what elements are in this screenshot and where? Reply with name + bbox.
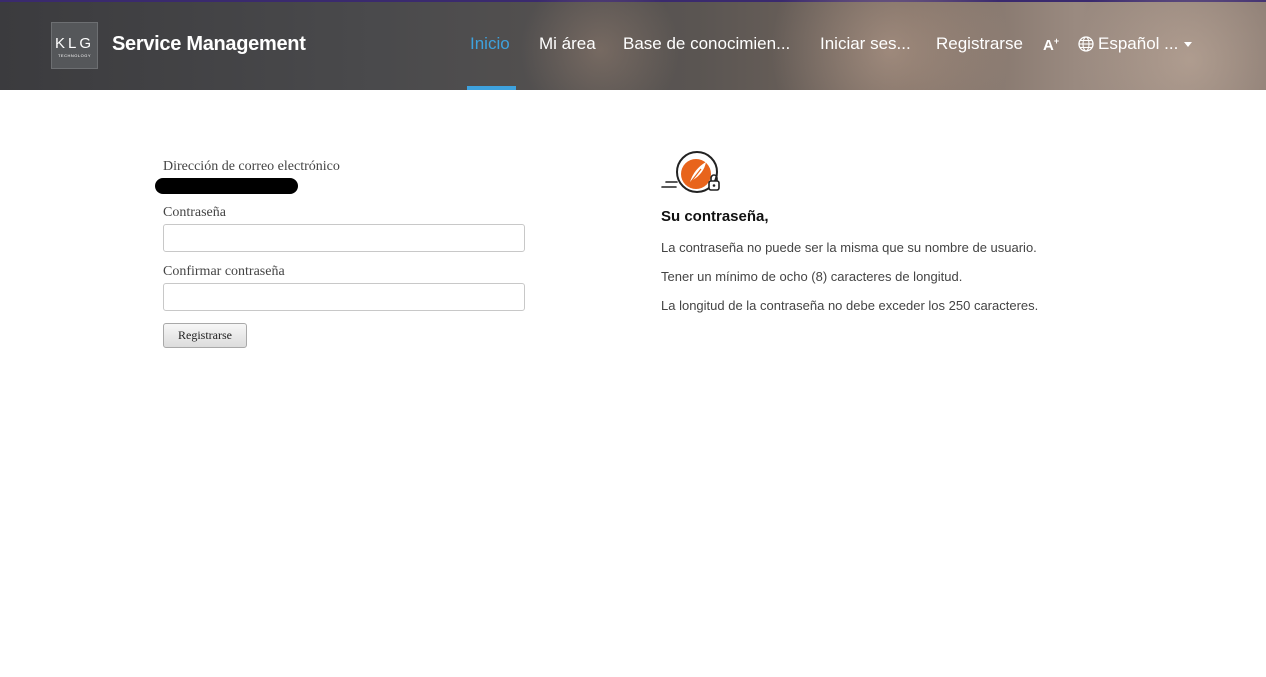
password-label: Contraseña xyxy=(163,205,226,220)
nav-item-base-de-conocimiento[interactable]: Base de conocimien... xyxy=(623,34,790,54)
redacted-email-value xyxy=(155,178,298,194)
email-label: Dirección de correo electrónico xyxy=(163,159,340,174)
confirm-password-label: Confirmar contraseña xyxy=(163,264,285,279)
font-size-label: A xyxy=(1043,37,1054,54)
active-nav-indicator xyxy=(467,86,516,90)
chevron-down-icon xyxy=(1184,41,1193,47)
confirm-password-field[interactable] xyxy=(163,283,525,311)
register-button[interactable]: Registrarse xyxy=(163,323,247,348)
klg-logo[interactable]: KLG TECHNOLOGY xyxy=(51,22,98,69)
nav-item-inicio[interactable]: Inicio xyxy=(470,34,510,54)
password-rules-title: Su contraseña, xyxy=(661,208,769,225)
logo-subtitle: TECHNOLOGY xyxy=(57,53,91,58)
top-navigation-bar: KLG TECHNOLOGY Service Management Inicio… xyxy=(0,0,1266,90)
language-selector[interactable]: Español ... xyxy=(1078,34,1193,54)
logo-mark: KLG xyxy=(54,35,94,52)
password-field[interactable] xyxy=(163,224,525,252)
font-size-icon[interactable]: A+ xyxy=(1043,36,1059,54)
password-rule: La longitud de la contraseña no debe exc… xyxy=(661,298,1039,313)
password-rule: Tener un mínimo de ocho (8) caracteres d… xyxy=(661,269,963,284)
nav-item-mi-area[interactable]: Mi área xyxy=(539,34,596,54)
language-label: Español ... xyxy=(1098,34,1179,53)
site-title[interactable]: Service Management xyxy=(112,33,306,56)
nav-item-iniciar-sesion[interactable]: Iniciar ses... xyxy=(820,34,911,54)
password-rule: La contraseña no puede ser la misma que … xyxy=(661,240,1037,255)
globe-icon xyxy=(1078,36,1094,52)
password-lock-icon xyxy=(661,151,720,193)
nav-item-registrarse[interactable]: Registrarse xyxy=(936,34,1023,54)
